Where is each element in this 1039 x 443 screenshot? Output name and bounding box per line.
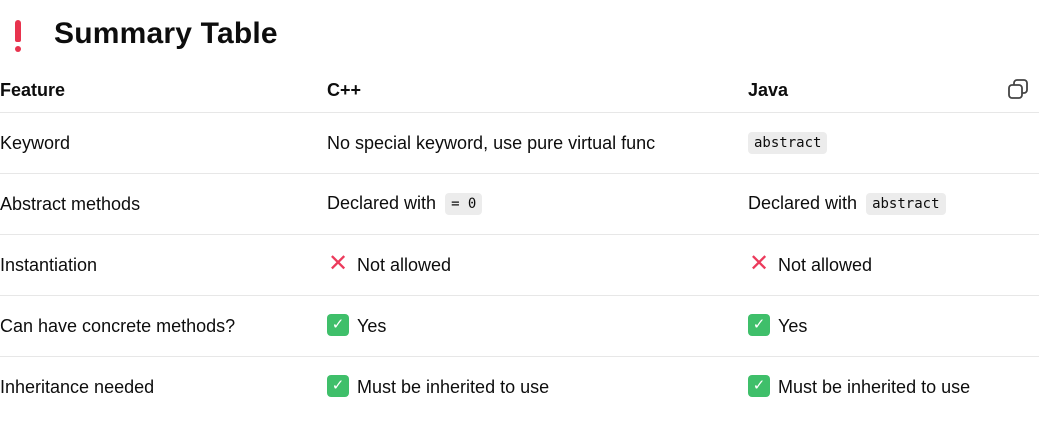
feature-cell: Can have concrete methods? (0, 315, 236, 336)
java-cell: Declared with abstract (748, 192, 988, 216)
table-row: Can have concrete methods? ✓ Yes ✓ Yes (0, 296, 1039, 357)
table-header-row: Feature C++ Java (0, 68, 1039, 113)
cpp-cell: Declared with = 0 (327, 192, 748, 216)
feature-cell: Instantiation (0, 254, 98, 275)
check-mark-icon: ✓ (327, 375, 349, 398)
header-feature: Feature (0, 79, 66, 100)
cpp-cell: ✓ Must be inherited to use (327, 375, 748, 398)
header-cpp: C++ (327, 79, 362, 100)
cpp-text: Declared with (327, 192, 437, 213)
java-cell: abstract (748, 132, 988, 155)
section-heading: Summary Table (0, 10, 278, 58)
java-cell: ✓ Yes (748, 314, 988, 337)
table-row: Instantiation ✕ Not allowed ✕ Not allowed (0, 235, 1039, 296)
cpp-text: Yes (357, 315, 387, 336)
feature-cell: Abstract methods (0, 193, 141, 214)
java-code: abstract (866, 193, 946, 216)
java-code: abstract (748, 132, 828, 155)
copy-icon[interactable] (1007, 78, 1029, 100)
heading-title: Summary Table (54, 17, 278, 50)
cpp-text: Must be inherited to use (357, 376, 550, 397)
header-java: Java (748, 79, 789, 100)
java-text: Not allowed (778, 254, 873, 275)
cross-mark-icon: ✕ (748, 250, 770, 278)
cpp-text: Not allowed (357, 254, 452, 275)
feature-cell: Keyword (0, 132, 71, 153)
java-text: Declared with (748, 192, 858, 213)
cpp-cell: No special keyword, use pure virtual fun… (327, 133, 748, 154)
cpp-cell: ✕ Not allowed (327, 250, 748, 278)
table-row: Abstract methods Declared with = 0 Decla… (0, 174, 1039, 235)
cpp-cell: ✓ Yes (327, 314, 748, 337)
java-text: Yes (778, 315, 808, 336)
java-cell: ✓ Must be inherited to use (748, 375, 988, 398)
java-text: Must be inherited to use (778, 376, 971, 397)
java-cell: ✕ Not allowed (748, 250, 988, 278)
check-mark-icon: ✓ (748, 375, 770, 398)
check-mark-icon: ✓ (748, 314, 770, 337)
table-row: Keyword No special keyword, use pure vir… (0, 113, 1039, 174)
cpp-text: No special keyword, use pure virtual fun… (327, 132, 656, 153)
exclamation-icon (0, 10, 40, 58)
feature-cell: Inheritance needed (0, 376, 155, 397)
cross-mark-icon: ✕ (327, 250, 349, 278)
cpp-code: = 0 (445, 193, 483, 216)
check-mark-icon: ✓ (327, 314, 349, 337)
table-row: Inheritance needed ✓ Must be inherited to… (0, 357, 1039, 417)
summary-table: Feature C++ Java Keyword No special keyw… (0, 68, 1039, 417)
